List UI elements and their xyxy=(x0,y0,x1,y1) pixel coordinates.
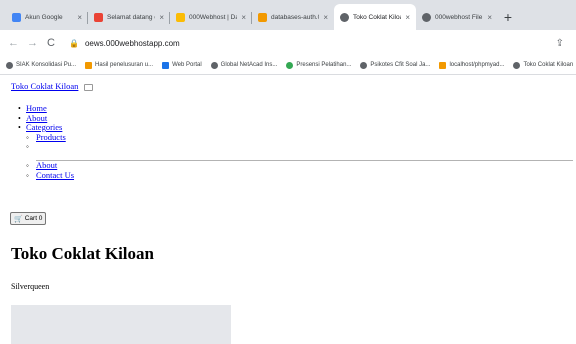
bookmark-favicon-icon xyxy=(360,61,368,69)
bookmark-label: Toko Coklat Kiloan xyxy=(523,62,574,68)
reload-icon[interactable]: C xyxy=(46,37,56,49)
close-icon[interactable]: × xyxy=(77,13,82,22)
000webhost-icon xyxy=(176,12,185,22)
google-icon xyxy=(12,12,21,22)
tab-label: Akun Google xyxy=(25,13,63,21)
bookmark-item[interactable]: Presensi Pelatihan... xyxy=(286,61,352,69)
main-nav: Home About Categories Products About Con… xyxy=(18,103,74,181)
forward-arrow-icon[interactable]: → xyxy=(27,37,38,49)
tab-toko-coklat-kiloan[interactable]: Toko Coklat Kiloan × xyxy=(334,4,416,30)
categories-submenu: Products About Contact Us xyxy=(18,132,74,181)
nav-link-products[interactable]: Products xyxy=(36,132,66,142)
bookmark-label: Psikotes Cfit Soal Ja... xyxy=(370,62,431,68)
back-arrow-icon[interactable]: ← xyxy=(8,37,19,49)
bookmark-label: localhost/phpmyad... xyxy=(449,62,505,68)
cart-button[interactable]: 🛒 Cart 0 xyxy=(10,212,47,225)
bookmark-item[interactable]: Hasil penelusuran u... xyxy=(85,61,154,69)
close-icon[interactable]: × xyxy=(159,13,164,22)
phpmyadmin-icon xyxy=(258,12,267,22)
globe-icon xyxy=(422,12,431,22)
close-icon[interactable]: × xyxy=(405,13,410,22)
bookmark-favicon-icon xyxy=(513,61,521,69)
bookmark-label: SIAK Konsolidasi Pu... xyxy=(16,62,77,68)
nav-link-home[interactable]: Home xyxy=(26,103,47,113)
submenu-divider xyxy=(36,160,573,161)
bookmark-favicon-icon xyxy=(85,61,93,69)
bookmark-favicon-icon xyxy=(6,61,13,69)
page-content: Toko Coklat Kiloan Home About Categories… xyxy=(0,76,576,344)
bookmark-item[interactable]: Psikotes Cfit Soal Ja... xyxy=(360,61,431,69)
tab-akun-google[interactable]: Akun Google × xyxy=(6,4,88,30)
close-icon[interactable]: × xyxy=(241,13,246,22)
bookmark-item[interactable]: SIAK Konsolidasi Pu... xyxy=(6,61,77,69)
tab-databases-auth[interactable]: databases-auth.000we × xyxy=(252,4,334,30)
bookmark-favicon-icon xyxy=(439,61,447,69)
submenu-item-products: Products xyxy=(26,132,74,143)
tab-label: 000Webhost | Databa xyxy=(189,13,237,21)
close-icon[interactable]: × xyxy=(487,13,492,22)
close-icon[interactable]: × xyxy=(323,13,328,22)
product-image xyxy=(11,305,231,344)
gmail-icon xyxy=(94,12,103,22)
bookmarks-bar: SIAK Konsolidasi Pu... Hasil penelusuran… xyxy=(0,56,576,75)
product-name: Silverqueen xyxy=(11,282,50,291)
tab-000webhost-database[interactable]: 000Webhost | Databa × xyxy=(170,4,252,30)
tab-gmail[interactable]: Selamat datang di 000 × xyxy=(88,4,170,30)
bookmark-item[interactable]: Toko Coklat Kiloan xyxy=(513,61,574,69)
brand-link[interactable]: Toko Coklat Kiloan xyxy=(11,81,78,91)
share-icon[interactable]: ⇪ xyxy=(556,38,564,49)
navbar-toggler-button[interactable] xyxy=(84,84,93,91)
cart-label: Cart 0 xyxy=(24,215,43,222)
bookmark-label: Presensi Pelatihan... xyxy=(296,62,352,68)
tab-label: 000webhost File Man xyxy=(435,13,483,21)
bookmark-favicon-icon xyxy=(210,61,218,69)
new-tab-button[interactable]: + xyxy=(498,4,518,30)
bookmark-item[interactable]: Web Portal xyxy=(162,61,202,69)
nav-link-about[interactable]: About xyxy=(26,113,47,123)
tab-label: Selamat datang di 000 xyxy=(107,13,155,21)
submenu-item-contact: Contact Us xyxy=(26,170,74,181)
cart-icon: 🛒 xyxy=(14,215,23,223)
bookmark-item[interactable]: Global NetAcad Ins... xyxy=(210,61,278,69)
nav-link-sub-about[interactable]: About xyxy=(36,160,57,170)
nav-link-contact[interactable]: Contact Us xyxy=(36,170,74,180)
tab-label: Toko Coklat Kiloan xyxy=(353,13,401,21)
bookmark-label: Global NetAcad Ins... xyxy=(220,62,278,68)
tab-label: databases-auth.000we xyxy=(271,13,319,21)
nav-link-categories[interactable]: Categories xyxy=(26,122,62,132)
address-bar[interactable]: 🔒 oews.000webhostapp.com xyxy=(65,33,547,53)
lock-icon[interactable]: 🔒 xyxy=(69,39,79,48)
tab-file-manager[interactable]: 000webhost File Man × xyxy=(416,4,498,30)
browser-toolbar: ← → C 🔒 oews.000webhostapp.com ⇪ xyxy=(0,30,576,56)
bookmark-item[interactable]: localhost/phpmyad... xyxy=(439,61,505,69)
bookmark-favicon-icon xyxy=(286,61,294,69)
url-text[interactable]: oews.000webhostapp.com xyxy=(85,39,180,48)
globe-icon xyxy=(340,12,349,22)
bookmark-favicon-icon xyxy=(162,61,170,69)
bookmark-label: Hasil penelusuran u... xyxy=(95,62,154,68)
tab-strip: Akun Google × Selamat datang di 000 × 00… xyxy=(0,0,576,30)
submenu-item-empty xyxy=(26,142,74,161)
bookmark-label: Web Portal xyxy=(172,62,202,68)
page-title: Toko Coklat Kiloan xyxy=(11,244,154,263)
